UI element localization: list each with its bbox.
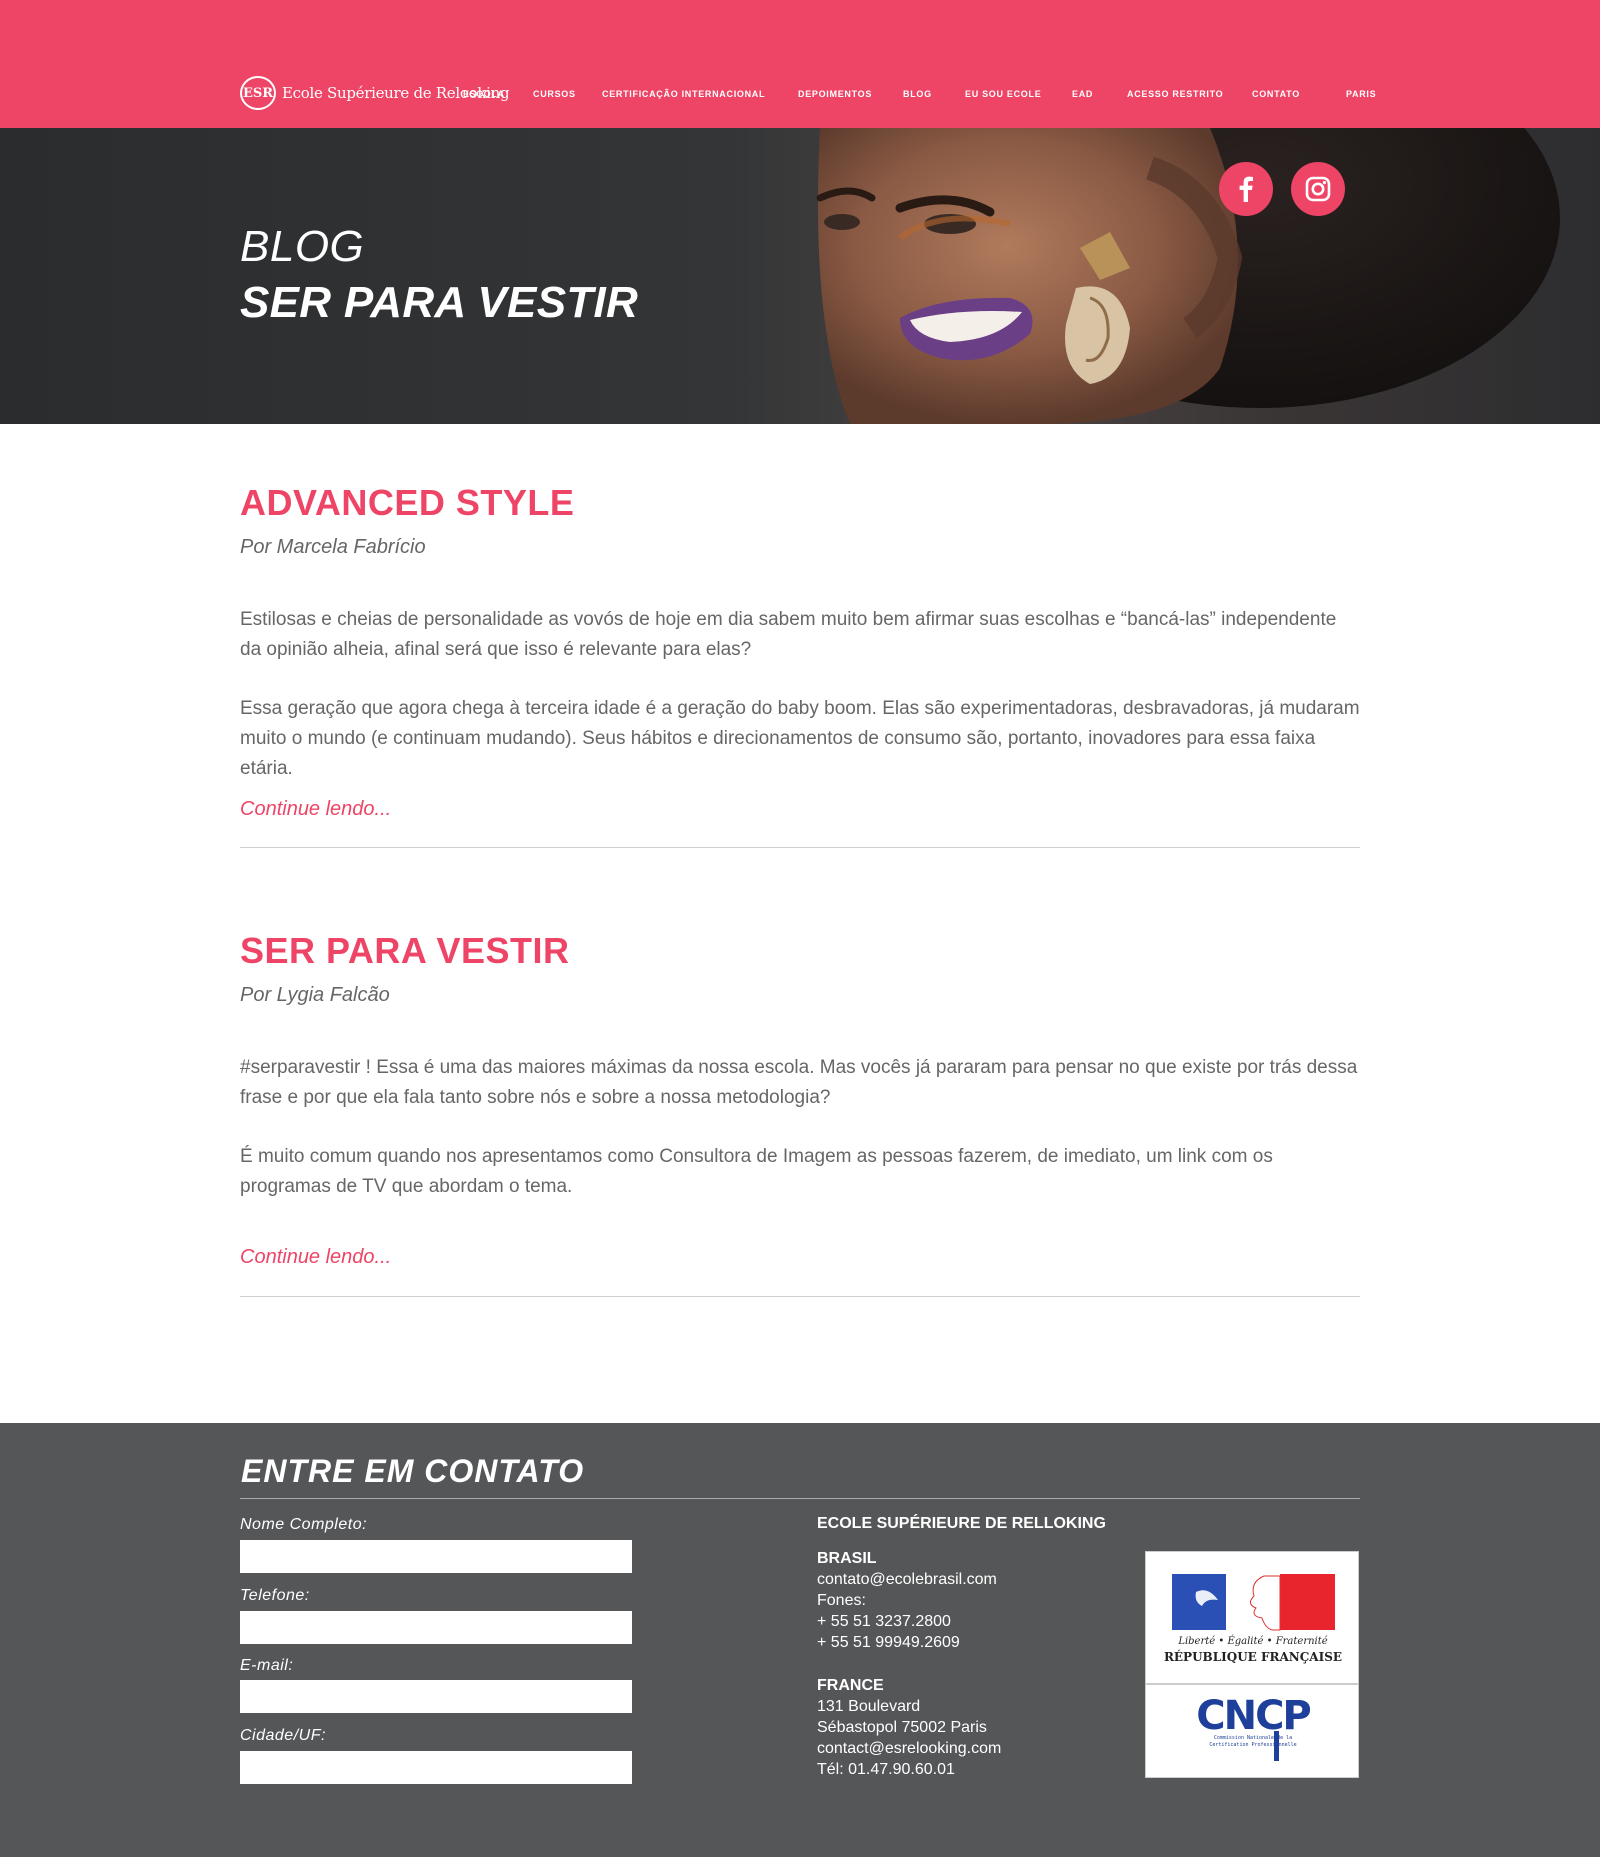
site-header: ESR Ecole Supérieure de Relooking ESCOLA… — [0, 0, 1600, 128]
brasil-phone: + 55 51 3237.2800 — [817, 1613, 951, 1630]
nav-item-ead[interactable]: EAD — [1072, 89, 1127, 99]
post-author: Por Marcela Fabrício — [240, 536, 426, 558]
marianne-logo-icon: Liberté • Égalité • Fraternité RÉPUBLIQU… — [1164, 1574, 1342, 1664]
hero-title: SER PARA VESTIR — [240, 278, 639, 327]
france-heading: FRANCE — [817, 1677, 884, 1694]
cncp-logo-icon: CNCP Commission Nationale de la Certific… — [1196, 1693, 1312, 1761]
cncp-description: Commission Nationale de la Certification… — [1209, 1735, 1297, 1748]
facebook-icon — [1239, 176, 1253, 202]
post-paragraph: #serparavestir ! Essa é uma das maiores … — [240, 1057, 1358, 1108]
nav-item-blog[interactable]: BLOG — [903, 89, 965, 99]
logo-mark-icon: ESR — [240, 76, 276, 110]
france-email[interactable]: contact@esrelooking.com — [817, 1738, 1001, 1759]
hero-portrait-image — [816, 128, 1560, 424]
blog-post: ADVANCED STYLE Por Marcela Fabrício Esti… — [240, 482, 1360, 848]
org-title: ECOLE SUPÉRIEURE DE RELLOKING — [817, 1515, 1106, 1532]
cncp-badge: CNCP Commission Nationale de la Certific… — [1145, 1684, 1359, 1778]
hero-banner: BLOG SER PARA VESTIR — [0, 128, 1600, 424]
post-paragraph: Estilosas e cheias de personalidade as v… — [240, 609, 1337, 660]
post-paragraph: Essa geração que agora chega à terceira … — [240, 698, 1360, 779]
post-excerpt: #serparavestir ! Essa é uma das maiores … — [240, 1053, 1360, 1202]
brasil-phones-label: Fones: — [817, 1592, 866, 1609]
france-address: FRANCE 131 Boulevard Sébastopol 75002 Pa… — [817, 1675, 1001, 1780]
email-label: E-mail: — [240, 1657, 294, 1674]
brasil-address: BRASIL contato@ecolebrasil.com Fones: + … — [817, 1548, 997, 1653]
badge-motto: Liberté • Égalité • Fraternité — [1177, 1635, 1327, 1647]
hero-kicker: BLOG — [240, 222, 365, 271]
brasil-email[interactable]: contato@ecolebrasil.com — [817, 1569, 997, 1590]
phone-field[interactable] — [240, 1611, 632, 1644]
instagram-button[interactable] — [1291, 162, 1345, 216]
nav-item-escola[interactable]: ESCOLA — [463, 89, 533, 99]
post-title[interactable]: ADVANCED STYLE — [240, 482, 1360, 524]
france-phone: Tél: 01.47.90.60.01 — [817, 1761, 955, 1778]
france-address-line: Sébastopol 75002 Paris — [817, 1719, 987, 1736]
facebook-button[interactable] — [1219, 162, 1273, 216]
continue-reading-link[interactable]: Continue lendo... — [240, 798, 391, 821]
post-title[interactable]: SER PARA VESTIR — [240, 930, 1360, 972]
post-paragraph: É muito comum quando nos apresentamos co… — [240, 1146, 1273, 1197]
city-field[interactable] — [240, 1751, 632, 1784]
nav-item-cursos[interactable]: CURSOS — [533, 89, 602, 99]
name-label: Nome Completo: — [240, 1516, 368, 1533]
email-field[interactable] — [240, 1680, 632, 1713]
nav-item-acesso-restrito[interactable]: ACESSO RESTRITO — [1127, 89, 1252, 99]
nav-item-eu-sou-ecole[interactable]: EU SOU ECOLE — [965, 89, 1072, 99]
city-label: Cidade/UF: — [240, 1727, 326, 1744]
nav-item-certificacao[interactable]: CERTIFICAÇÃO INTERNACIONAL — [602, 89, 798, 99]
post-excerpt: Estilosas e cheias de personalidade as v… — [240, 605, 1360, 784]
instagram-icon — [1305, 176, 1331, 202]
divider — [240, 1498, 1360, 1499]
continue-reading-link[interactable]: Continue lendo... — [240, 1246, 391, 1269]
nav-item-depoimentos[interactable]: DEPOIMENTOS — [798, 89, 903, 99]
france-address-line: 131 Boulevard — [817, 1698, 921, 1715]
nav-item-contato[interactable]: CONTATO — [1252, 89, 1346, 99]
name-field[interactable] — [240, 1540, 632, 1573]
cncp-logo-text: CNCP — [1196, 1693, 1310, 1739]
badge-republique-name: RÉPUBLIQUE FRANÇAISE — [1164, 1649, 1342, 1664]
main-nav: ESCOLA CURSOS CERTIFICAÇÃO INTERNACIONAL… — [463, 89, 1376, 99]
contact-footer: ENTRE EM CONTATO Nome Completo: Telefone… — [0, 1423, 1600, 1857]
contact-title: ENTRE EM CONTATO — [241, 1453, 585, 1489]
nav-item-paris[interactable]: PARIS — [1346, 89, 1376, 99]
brasil-heading: BRASIL — [817, 1550, 877, 1567]
blog-post: SER PARA VESTIR Por Lygia Falcão #serpar… — [240, 930, 1360, 1297]
brasil-phone: + 55 51 99949.2609 — [817, 1634, 960, 1651]
republique-francaise-badge: Liberté • Égalité • Fraternité RÉPUBLIQU… — [1145, 1551, 1359, 1684]
post-author: Por Lygia Falcão — [240, 984, 390, 1006]
phone-label: Telefone: — [240, 1587, 310, 1604]
